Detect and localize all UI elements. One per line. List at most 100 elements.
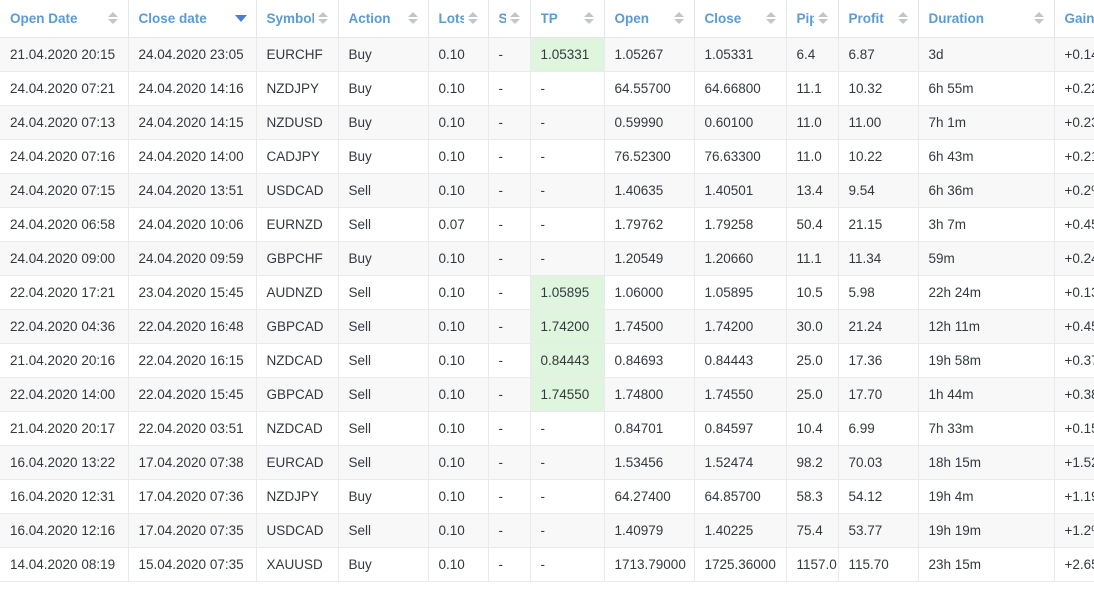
column-header-symbol[interactable]: Symbol bbox=[256, 0, 339, 38]
cell-symbol: NZDCAD bbox=[256, 411, 339, 446]
cell-pips: 11.1 bbox=[786, 241, 839, 276]
sort-descending-icon[interactable] bbox=[234, 10, 247, 26]
cell-open_date: 16.04.2020 13:22 bbox=[0, 445, 129, 480]
cell-tp: - bbox=[530, 479, 605, 514]
cell-open: 1.74800 bbox=[604, 377, 695, 412]
cell-gain: +0.45% bbox=[1054, 207, 1094, 242]
table-row[interactable]: 22.04.2020 04:36 22.04.2020 16:48 GBPCAD Se… bbox=[0, 309, 1094, 344]
sort-toggle-icon[interactable] bbox=[407, 10, 418, 26]
cell-gain: +1.19% bbox=[1054, 479, 1094, 514]
sort-toggle-icon[interactable] bbox=[317, 10, 328, 26]
column-header-profit[interactable]: Profit bbox=[838, 0, 919, 38]
column-header-open[interactable]: Open bbox=[604, 0, 695, 38]
cell-symbol: GBPCHF bbox=[256, 241, 339, 276]
cell-open_date: 14.04.2020 08:19 bbox=[0, 547, 129, 582]
cell-close: 1.74200 bbox=[694, 309, 787, 344]
cell-profit: 70.03 bbox=[838, 445, 919, 480]
table-row[interactable]: 21.04.2020 20:15 24.04.2020 23:05 EURCHF Bu… bbox=[0, 37, 1094, 72]
column-header-label: Profit bbox=[848, 10, 884, 26]
table-row[interactable]: 24.04.2020 07:15 24.04.2020 13:51 USDCAD Se… bbox=[0, 173, 1094, 208]
table-row[interactable]: 24.04.2020 06:58 24.04.2020 10:06 EURNZD Se… bbox=[0, 207, 1094, 242]
cell-open_date: 21.04.2020 20:17 bbox=[0, 411, 129, 446]
column-header-sl[interactable]: SL bbox=[488, 0, 531, 38]
cell-lots: 0.10 bbox=[428, 479, 489, 514]
cell-open_date: 24.04.2020 06:58 bbox=[0, 207, 129, 242]
cell-tp: 1.05895 bbox=[530, 275, 605, 310]
sort-toggle-icon[interactable] bbox=[897, 10, 908, 26]
column-header-gain[interactable]: Gain bbox=[1054, 0, 1094, 38]
cell-duration: 19h 4m bbox=[918, 479, 1055, 514]
cell-action: Buy bbox=[338, 547, 429, 582]
table-row[interactable]: 16.04.2020 12:16 17.04.2020 07:35 USDCAD Se… bbox=[0, 513, 1094, 548]
column-header-action[interactable]: Action bbox=[338, 0, 429, 38]
table-row[interactable]: 24.04.2020 07:21 24.04.2020 14:16 NZDJPY Bu… bbox=[0, 71, 1094, 106]
cell-tp: - bbox=[530, 445, 605, 480]
sort-toggle-icon[interactable] bbox=[817, 10, 828, 26]
cell-action: Buy bbox=[338, 105, 429, 140]
cell-close_date: 23.04.2020 15:45 bbox=[128, 275, 257, 310]
cell-lots: 0.10 bbox=[428, 105, 489, 140]
column-header-close_date[interactable]: Close date bbox=[128, 0, 257, 38]
cell-pips: 58.3 bbox=[786, 479, 839, 514]
sort-toggle-icon[interactable] bbox=[583, 10, 594, 26]
cell-open_date: 22.04.2020 14:00 bbox=[0, 377, 129, 412]
cell-profit: 17.36 bbox=[838, 343, 919, 378]
column-header-label: Lots bbox=[438, 10, 464, 26]
column-header-duration[interactable]: Duration bbox=[918, 0, 1055, 38]
table-row[interactable]: 22.04.2020 17:21 23.04.2020 15:45 AUDNZD Se… bbox=[0, 275, 1094, 310]
cell-sl: - bbox=[488, 309, 531, 344]
cell-tp: - bbox=[530, 411, 605, 446]
cell-gain: +0.38% bbox=[1054, 377, 1094, 412]
cell-open_date: 22.04.2020 17:21 bbox=[0, 275, 129, 310]
column-header-open_date[interactable]: Open Date bbox=[0, 0, 129, 38]
cell-close: 64.85700 bbox=[694, 479, 787, 514]
cell-close_date: 17.04.2020 07:35 bbox=[128, 513, 257, 548]
cell-close_date: 22.04.2020 16:48 bbox=[128, 309, 257, 344]
column-header-tp[interactable]: TP bbox=[530, 0, 605, 38]
cell-sl: - bbox=[488, 275, 531, 310]
sort-toggle-icon[interactable] bbox=[1033, 10, 1044, 26]
cell-profit: 54.12 bbox=[838, 479, 919, 514]
cell-action: Buy bbox=[338, 71, 429, 106]
cell-lots: 0.10 bbox=[428, 343, 489, 378]
table-row[interactable]: 16.04.2020 12:31 17.04.2020 07:36 NZDJPY Bu… bbox=[0, 479, 1094, 514]
cell-lots: 0.10 bbox=[428, 241, 489, 276]
table-row[interactable]: 16.04.2020 13:22 17.04.2020 07:38 EURCAD Se… bbox=[0, 445, 1094, 480]
sort-toggle-icon[interactable] bbox=[765, 10, 776, 26]
cell-symbol: NZDCAD bbox=[256, 343, 339, 378]
cell-lots: 0.10 bbox=[428, 139, 489, 174]
cell-action: Sell bbox=[338, 173, 429, 208]
sort-toggle-icon[interactable] bbox=[509, 10, 520, 26]
column-header-pips[interactable]: Pips bbox=[786, 0, 839, 38]
cell-action: Buy bbox=[338, 139, 429, 174]
cell-sl: - bbox=[488, 37, 531, 72]
cell-symbol: EURCAD bbox=[256, 445, 339, 480]
cell-symbol: USDCAD bbox=[256, 513, 339, 548]
cell-open: 1.74500 bbox=[604, 309, 695, 344]
cell-gain: +0.13% bbox=[1054, 275, 1094, 310]
table-row[interactable]: 24.04.2020 07:13 24.04.2020 14:15 NZDUSD Bu… bbox=[0, 105, 1094, 140]
column-header-lots[interactable]: Lots bbox=[428, 0, 489, 38]
cell-close: 0.84597 bbox=[694, 411, 787, 446]
cell-symbol: EURCHF bbox=[256, 37, 339, 72]
cell-gain: +0.15% bbox=[1054, 411, 1094, 446]
column-header-close[interactable]: Close bbox=[694, 0, 787, 38]
column-header-label: Duration bbox=[928, 10, 985, 26]
cell-sl: - bbox=[488, 445, 531, 480]
table-row[interactable]: 21.04.2020 20:17 22.04.2020 03:51 NZDCAD Se… bbox=[0, 411, 1094, 446]
table-row[interactable]: 21.04.2020 20:16 22.04.2020 16:15 NZDCAD Se… bbox=[0, 343, 1094, 378]
cell-duration: 59m bbox=[918, 241, 1055, 276]
table-row[interactable]: 22.04.2020 14:00 22.04.2020 15:45 GBPCAD Se… bbox=[0, 377, 1094, 412]
sort-toggle-icon[interactable] bbox=[107, 10, 118, 26]
table-row[interactable]: 24.04.2020 07:16 24.04.2020 14:00 CADJPY Bu… bbox=[0, 139, 1094, 174]
cell-action: Sell bbox=[338, 445, 429, 480]
cell-duration: 22h 24m bbox=[918, 275, 1055, 310]
cell-profit: 6.99 bbox=[838, 411, 919, 446]
cell-profit: 10.22 bbox=[838, 139, 919, 174]
sort-toggle-icon[interactable] bbox=[673, 10, 684, 26]
table-row[interactable]: 14.04.2020 08:19 15.04.2020 07:35 XAUUSD Bu… bbox=[0, 547, 1094, 582]
sort-toggle-icon[interactable] bbox=[467, 10, 478, 26]
table-row[interactable]: 24.04.2020 09:00 24.04.2020 09:59 GBPCHF Bu… bbox=[0, 241, 1094, 276]
cell-duration: 7h 33m bbox=[918, 411, 1055, 446]
cell-open_date: 24.04.2020 09:00 bbox=[0, 241, 129, 276]
